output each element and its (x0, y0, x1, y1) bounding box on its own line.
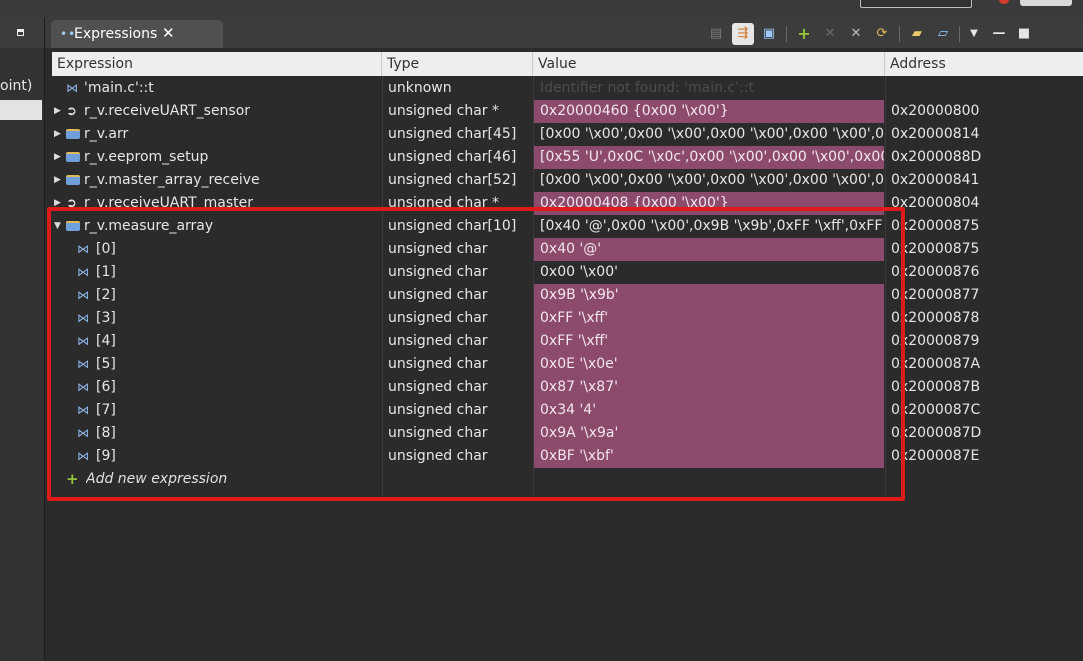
address-cell: 0x20000877 (891, 287, 980, 303)
column-header-expression[interactable]: Expression (52, 52, 382, 76)
left-pane-selected-item[interactable] (0, 100, 42, 120)
expand-arrow-icon[interactable]: ▶ (54, 169, 61, 192)
value-cell: [0x00 '\x00',0x00 '\x00',0x00 '\x00',0x0… (540, 172, 884, 188)
export-icon[interactable]: ▱ (932, 23, 954, 45)
expression-name: r_v.master_array_receive (84, 172, 260, 188)
table-row[interactable]: ▶ r_v.eeprom_setup unsigned char[46] [0x… (52, 146, 1083, 169)
address-cell: 0x2000087C (891, 402, 981, 418)
refresh-icon[interactable]: ⟳ (871, 23, 893, 45)
column-header-value[interactable]: Value (533, 52, 885, 76)
remove-all-icon[interactable]: ✕ (845, 23, 867, 45)
variable-icon: ⋈ (66, 81, 78, 95)
address-cell: 0x2000088D (891, 149, 982, 165)
address-cell: 0x2000087D (891, 425, 982, 441)
address-cell: 0x20000841 (891, 172, 980, 188)
remove-icon[interactable]: ✕ (819, 23, 841, 45)
address-cell: 0x20000804 (891, 195, 980, 211)
maximize-icon[interactable] (17, 29, 24, 36)
type-cell: unknown (388, 80, 452, 96)
left-pane-text: oint) (0, 78, 33, 94)
expression-name: r_v.receiveUART_sensor (84, 103, 251, 119)
address-cell: 0x2000087E (891, 448, 980, 464)
close-icon[interactable]: ✕ (162, 24, 175, 42)
address-cell: 0x20000879 (891, 333, 980, 349)
column-header-address[interactable]: Address (885, 52, 1083, 76)
address-cell: 0x20000875 (891, 218, 980, 234)
left-pane-header (0, 18, 44, 48)
column-header-type[interactable]: Type (382, 52, 533, 76)
address-cell: 0x20000875 (891, 241, 980, 257)
type-cell: unsigned char * (388, 103, 499, 119)
add-icon[interactable]: + (793, 23, 815, 45)
maximize-icon[interactable]: ■ (1013, 23, 1035, 45)
tab-expressions[interactable]: •• Expressions ✕ (51, 20, 223, 48)
expression-cell: ▶ r_v.master_array_receive (52, 169, 382, 192)
pointer-icon: ➲ (66, 104, 77, 119)
top-button[interactable] (1020, 0, 1072, 6)
left-pane: oint) (0, 18, 45, 661)
address-cell (891, 77, 1083, 100)
type-cell: unsigned char[45] (388, 126, 517, 142)
value-cell: 0x20000460 {0x00 '\x00'} (534, 100, 884, 123)
value-cell: [0x55 'U',0x0C '\x0c',0x00 '\x00',0x00 '… (534, 146, 884, 169)
table-row[interactable]: ▶ r_v.master_array_receive unsigned char… (52, 169, 1083, 192)
expression-name: r_v.arr (84, 126, 129, 142)
highlight-annotation-box (47, 207, 905, 501)
table-row[interactable]: ▶ r_v.arr unsigned char[45] [0x00 '\x00'… (52, 123, 1083, 146)
address-cell: 0x20000800 (891, 103, 980, 119)
top-search-field[interactable] (860, 0, 972, 8)
console-icon[interactable]: ▤ (705, 23, 727, 45)
expression-cell: ⋈ 'main.c'::t (52, 77, 382, 100)
view-menu-icon[interactable]: ▼ (963, 23, 985, 45)
array-icon (66, 129, 80, 139)
address-cell: 0x20000876 (891, 264, 980, 280)
tab-title: Expressions (74, 26, 158, 42)
toolbar-separator (899, 26, 900, 42)
expand-arrow-icon[interactable]: ▶ (54, 123, 61, 146)
table-header: Expression Type Value Address (52, 52, 1083, 76)
value-cell: Identifier not found: 'main.c'::t (540, 80, 754, 96)
type-cell: unsigned char[46] (388, 149, 517, 165)
table-row[interactable]: ▶ ➲ r_v.receiveUART_sensor unsigned char… (52, 100, 1083, 123)
expand-arrow-icon[interactable]: ▶ (54, 146, 61, 169)
value-cell: [0x00 '\x00',0x00 '\x00',0x00 '\x00',0x0… (540, 126, 884, 142)
type-cell: unsigned char[52] (388, 172, 517, 188)
minimize-icon[interactable]: — (988, 23, 1010, 45)
record-indicator-icon (999, 0, 1009, 4)
layout-icon[interactable]: ⇶ (732, 23, 754, 45)
new-folder-icon[interactable]: ▰ (906, 23, 928, 45)
toolbar-separator (959, 26, 960, 42)
view-toolbar: ▤ ⇶ ▣ + ✕ ✕ ⟳ ▰ ▱ ▼ — ■ (705, 21, 1083, 47)
expression-cell: ▶ ➲ r_v.receiveUART_sensor (52, 100, 382, 123)
array-icon (66, 152, 80, 162)
address-cell: 0x20000814 (891, 126, 980, 142)
address-cell: 0x2000087B (891, 379, 981, 395)
expression-cell: ▶ r_v.eeprom_setup (52, 146, 382, 169)
expand-arrow-icon[interactable]: ▶ (54, 100, 61, 123)
expression-name: 'main.c'::t (84, 80, 154, 96)
table-row[interactable]: ⋈ 'main.c'::t unknown Identifier not fou… (52, 77, 1083, 100)
collapse-all-icon[interactable]: ▣ (758, 23, 780, 45)
array-icon (66, 175, 80, 185)
expression-name: r_v.eeprom_setup (84, 149, 209, 165)
toolbar-separator (786, 26, 787, 42)
expression-cell: ▶ r_v.arr (52, 123, 382, 146)
address-cell: 0x2000087A (891, 356, 981, 372)
view-tab-bar: •• Expressions ✕ ▤ ⇶ ▣ + ✕ ✕ ⟳ ▰ ▱ ▼ — ■ (45, 18, 1083, 48)
address-cell: 0x20000878 (891, 310, 980, 326)
window-top-strip (0, 0, 1083, 18)
